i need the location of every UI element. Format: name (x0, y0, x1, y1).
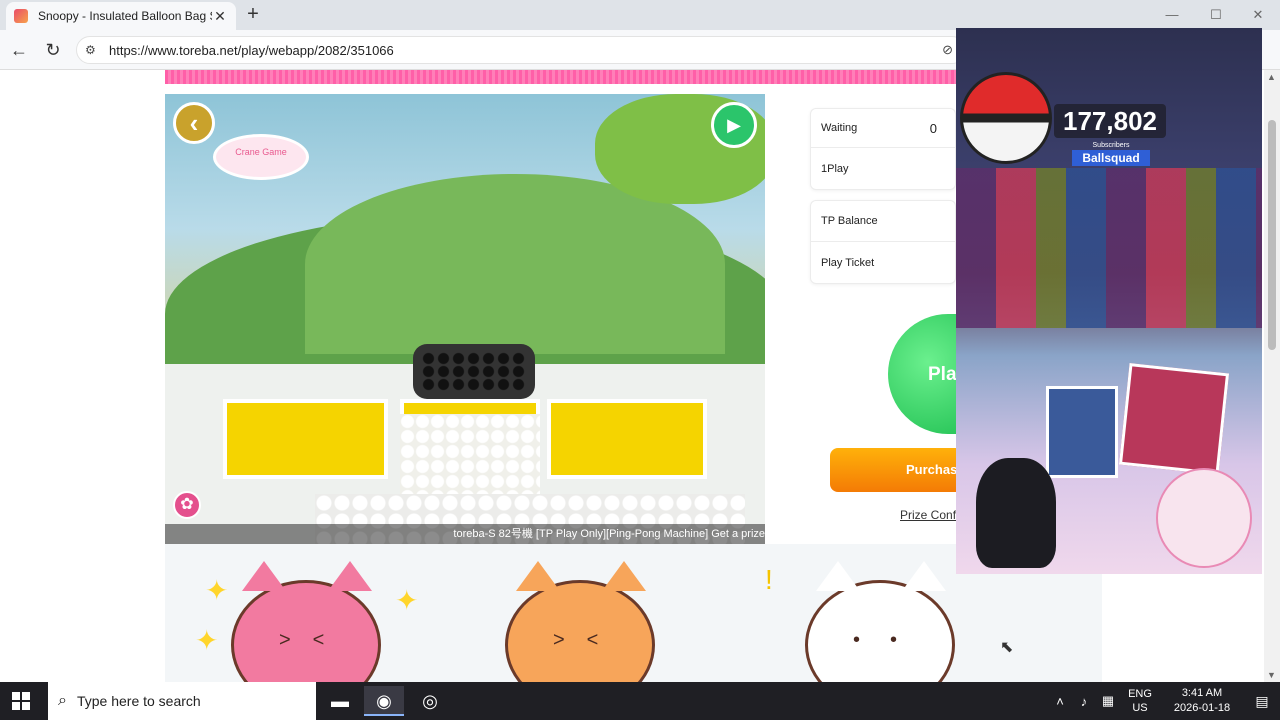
queue-card: Waiting 0 1Play (810, 108, 956, 190)
window-close-button[interactable]: ✕ (1238, 4, 1278, 26)
maximize-button[interactable]: ☐ (1196, 4, 1236, 26)
gear-icon[interactable]: ✿ (173, 491, 201, 519)
pink-header-strip (165, 70, 965, 84)
search-icon: ⌕ (58, 692, 67, 709)
obs-recorder-icon[interactable]: ◎ (410, 686, 450, 716)
search-placeholder: Type here to search (76, 693, 201, 709)
star-decoration: ✦ (195, 625, 219, 656)
language-indicator[interactable]: ENG US (1120, 687, 1160, 715)
windows-taskbar: ⌕ Type here to search ▬ ◉ ◎ ˄ ♪ ▦ ENG US… (0, 682, 1280, 720)
star-decoration: ✦ (205, 575, 229, 606)
reload-icon[interactable]: ↻ (42, 39, 64, 61)
site-info-icon[interactable]: ⚙ (85, 43, 103, 57)
url-text: https://www.toreba.net/play/webapp/2082/… (109, 42, 394, 58)
waiting-label: Waiting (821, 122, 858, 134)
play-cost-label: 1Play (821, 162, 849, 175)
card-pack (1046, 386, 1118, 478)
chevron-left-icon[interactable]: ‹ (173, 102, 215, 144)
pokeball-icon (960, 72, 1052, 164)
page-scrollbar[interactable]: ▲ ▼ (1264, 70, 1280, 682)
windows-start-icon[interactable] (12, 692, 30, 710)
play-ticket-row: Play Ticket (811, 241, 955, 283)
ping-pong-paddle (413, 344, 535, 399)
taskbar-search-input[interactable]: ⌕ Type here to search (48, 682, 316, 720)
browser-taskbar-icon[interactable]: ◉ (364, 686, 404, 716)
star-decoration: ✦ (395, 585, 419, 616)
file-explorer-icon[interactable]: ▬ (320, 686, 360, 716)
chevron-up-icon[interactable]: ˄ (1048, 694, 1072, 709)
back-arrow-icon[interactable]: ← (8, 39, 30, 61)
clock-time: 3:41 AM (1181, 687, 1223, 699)
subscriber-label: Subscribers (1092, 142, 1130, 149)
tp-balance-label: TP Balance (821, 215, 878, 227)
tp-balance-row: TP Balance (811, 201, 955, 241)
exclamation-decoration: ! (765, 564, 773, 595)
notification-icon[interactable]: ▤ (1244, 693, 1280, 710)
card-packs-background (956, 168, 1262, 328)
crane-game-logo: Crane Game (213, 134, 309, 180)
orange-cat-mascot: >< (505, 561, 655, 682)
new-tab-button[interactable]: + (243, 4, 263, 24)
play-cost-row: 1Play (811, 147, 955, 189)
plush-figure (976, 458, 1056, 568)
address-bar[interactable]: ⚙ https://www.toreba.net/play/webapp/208… (76, 36, 966, 64)
purchase-button[interactable]: Purchas (830, 448, 960, 492)
subscriber-count: 177,802 (1054, 104, 1166, 138)
favicon-icon (14, 9, 28, 23)
speaker-icon[interactable]: ♪ (1072, 694, 1096, 709)
system-clock[interactable]: 3:41 AM 2026-01-18 (1160, 686, 1244, 716)
browser-tab[interactable]: Snoopy - Insulated Balloon Bag S ✕ (6, 2, 236, 30)
waiting-row: Waiting 0 (811, 109, 955, 147)
tracking-eye-icon[interactable]: ⊘ (942, 42, 953, 58)
pink-cat-mascot: >< (231, 561, 381, 682)
card-pack (1118, 363, 1230, 475)
plush-figure (1156, 468, 1252, 568)
scroll-up-icon[interactable]: ▲ (1267, 72, 1276, 82)
language-secondary: US (1132, 702, 1148, 714)
prize-tray (547, 399, 707, 479)
white-cat-mascot: •• (805, 561, 955, 682)
streamer-webcam-overlay: 177,802 Subscribers Ballsquad (956, 28, 1262, 574)
scroll-down-icon[interactable]: ▼ (1267, 670, 1276, 680)
minimize-button[interactable]: — (1152, 4, 1192, 26)
close-tab-icon[interactable]: ✕ (212, 8, 228, 25)
balance-card: TP Balance Play Ticket (810, 200, 956, 284)
mouse-cursor-icon: ⬉ (1000, 639, 1014, 656)
play-panel: Waiting 0 1Play TP Balance Play Ticket P… (810, 108, 988, 528)
waiting-count: 0 (929, 120, 937, 136)
machine-camera-view: Crane Game ‹ ▶ ✿ toreba-S 82号機 [TP Play … (165, 94, 765, 544)
language-primary: ENG (1128, 688, 1152, 700)
keyboard-icon[interactable]: ▦ (1096, 693, 1120, 709)
clock-date: 2026-01-18 (1173, 702, 1231, 714)
channel-name: Ballsquad (1072, 150, 1150, 166)
prize-tray (223, 399, 388, 479)
video-camera-icon[interactable]: ▶ (711, 102, 757, 148)
ping-pong-balls (400, 414, 540, 494)
system-tray: ˄ ♪ ▦ ENG US 3:41 AM 2026-01-18 ▤ (1048, 682, 1280, 720)
tab-strip: Snoopy - Insulated Balloon Bag S ✕ + — ☐… (0, 0, 1280, 30)
scrollbar-thumb[interactable] (1268, 120, 1276, 350)
prize-confirm-link[interactable]: Prize Confi (900, 508, 959, 522)
tab-title: Snoopy - Insulated Balloon Bag S (38, 9, 212, 23)
machine-caption: toreba-S 82号機 [TP Play Only][Ping-Pong M… (165, 524, 765, 544)
play-ticket-label: Play Ticket (821, 256, 875, 269)
